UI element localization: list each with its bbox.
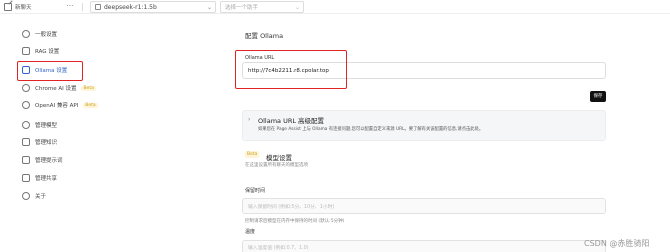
sidebar-item-label: RAG 设置 [35,49,60,55]
chevron-down-icon: ⌄ [206,3,212,11]
keep-alive-placeholder: 输入保留时间 (例如:5分、10分、1小时) [248,204,335,210]
sidebar-item-manage-models[interactable]: 管理模型 [22,118,108,132]
brain-icon [22,121,30,129]
sidebar-item-label: 管理知识 [35,140,58,146]
edit-icon [4,3,12,11]
highlight-box [235,50,347,89]
watermark: CSDN @赤胜骑阳 [584,239,650,248]
sidebar-item-label: 管理模型 [35,123,58,129]
prompt-icon [22,156,30,164]
model-icon [95,4,101,10]
temperature-placeholder: 输入温度值 (例如:0.7、1.0) [248,245,309,251]
beta-badge: Beta [245,151,260,158]
sidebar-item-manage-knowledge[interactable]: 管理知识 [22,135,108,149]
sidebar-item-general[interactable]: 一般设置 [22,27,108,41]
top-bar: 新聊天 ··· deepseek-r1:1.5b ⌄ 选择一个助手 ⌄ [0,0,670,14]
assistant-select[interactable]: 选择一个助手 ⌄ [220,1,304,13]
model-settings-title: 模型设置 [266,154,292,162]
advanced-config-description: 如果您在 Page Assist 上与 Ollama 有连接问题,您可以配置自定… [258,127,484,132]
divider [82,3,83,11]
highlight-box [17,61,83,81]
beta-badge: Beta [83,102,98,108]
chrome-icon [22,84,30,92]
chevron-right-icon: › [248,116,251,123]
assistant-select-placeholder: 选择一个助手 [225,5,259,11]
model-select-value: deepseek-r1:1.5b [104,3,157,11]
gear-icon [22,30,30,38]
database-icon [22,47,30,55]
model-settings-description: 在这里设置所有聊天的模型选项 [245,163,308,168]
sidebar-item-label: Chrome AI 设置 [35,86,77,92]
keep-alive-input[interactable]: 输入保留时间 (例如:5分、10分、1小时) [242,198,606,214]
sidebar-item-label: 管理共享 [35,176,58,182]
sidebar-item-manage-prompts[interactable]: 管理提示词 [22,153,108,167]
advanced-config-collapse[interactable]: › Ollama URL 高级配置 如果您在 Page Assist 上与 Ol… [242,110,606,141]
sidebar-item-label: 关于 [35,194,47,200]
temperature-label: 温度 [245,229,256,235]
temperature-input[interactable]: 输入温度值 (例如:0.7、1.0) [242,240,606,252]
book-icon [22,138,30,146]
sidebar-item-label: OpenAI 兼容 API [35,103,79,109]
sidebar-item-rag[interactable]: RAG 设置 [22,44,108,58]
share-icon [22,174,30,182]
save-button[interactable]: 保存 [590,91,606,102]
sidebar-item-about[interactable]: 关于 [22,189,108,203]
beta-badge: Beta [81,85,96,91]
chevron-down-icon: ⌄ [294,3,300,11]
keep-alive-label: 保留时间 [245,188,266,194]
model-select[interactable]: deepseek-r1:1.5b ⌄ [90,1,216,13]
section-title: 配置 Ollama [245,32,284,40]
new-chat-button[interactable]: 新聊天 [4,0,32,14]
sidebar-item-chrome-ai[interactable]: Chrome AI 设置 Beta [22,81,108,95]
info-icon [22,192,30,200]
openai-icon [22,101,30,109]
keep-alive-help: 控制请求后模型在内存中保持的时间 (默认:5分钟) [245,219,345,224]
advanced-config-title: Ollama URL 高级配置 [258,117,325,125]
settings-sidebar: 一般设置 RAG 设置 Ollama 设置 Chrome AI 设置 Beta … [0,14,110,252]
sidebar-item-label: 一般设置 [35,32,58,38]
sidebar-item-label: 管理提示词 [35,158,63,164]
new-chat-label: 新聊天 [15,5,32,11]
sidebar-item-openai-api[interactable]: OpenAI 兼容 API Beta [22,98,108,112]
more-options-button[interactable]: ··· [64,2,76,12]
sidebar-item-manage-share[interactable]: 管理共享 [22,171,108,185]
